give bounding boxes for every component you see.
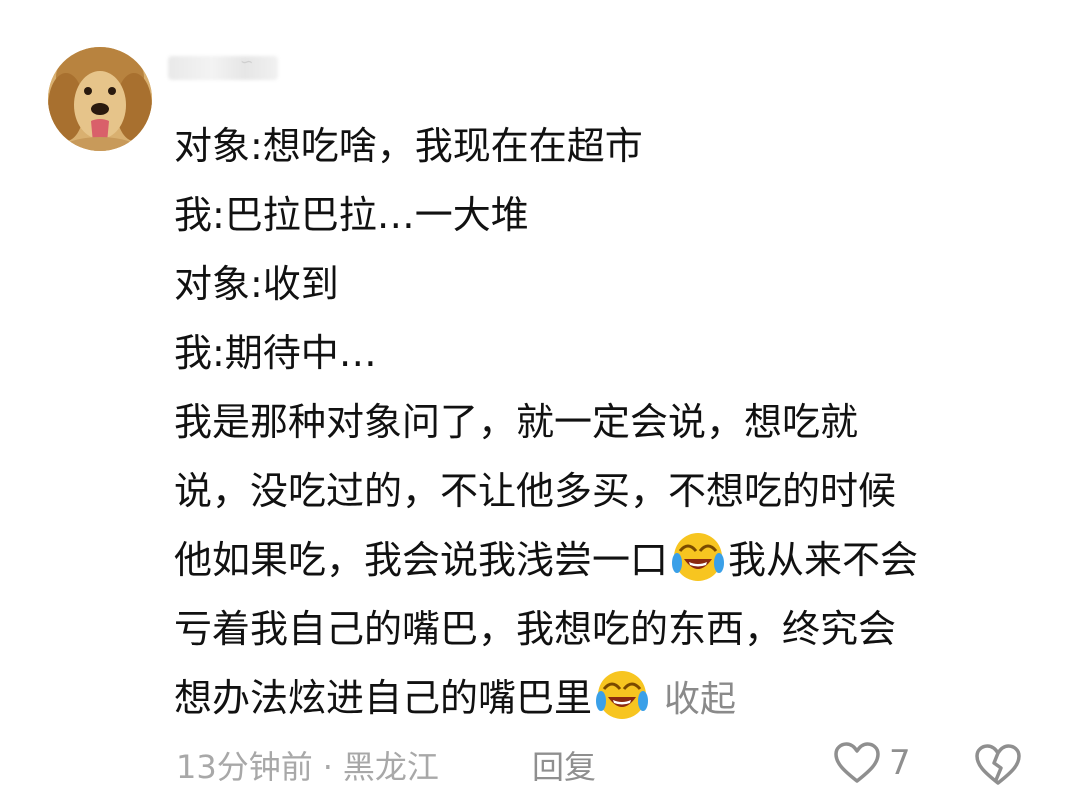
comment-line-part: 我从来不会 (728, 538, 919, 582)
comment-line: 我:期待中… (174, 331, 377, 375)
comment-text: 对象:想吃啥，我现在在超市 我:巴拉巴拉…一大堆 对象:收到 我:期待中… 我是… (174, 112, 1054, 733)
username-fragment: ∽ (240, 52, 254, 71)
collapse-button[interactable]: 收起 (664, 679, 736, 720)
comment-meta: 13分钟前 · 黑龙江 (176, 742, 439, 788)
comment-line-part: 想办法炫进自己的嘴巴里 (174, 676, 593, 720)
comment-line-part: 他如果吃，我会说我浅尝一口 (174, 538, 669, 582)
comment-line: 对象:想吃啥，我现在在超市 (174, 124, 643, 168)
dog-avatar-image (48, 47, 152, 151)
laughing-crying-emoji-icon (596, 671, 649, 719)
comment-line: 我是那种对象问了，就一定会说，想吃就 (174, 400, 859, 444)
like-count: 7 (889, 743, 911, 783)
dislike-button[interactable] (973, 744, 1023, 790)
comment-line: 想办法炫进自己的嘴巴里 收起 (174, 664, 1054, 733)
comment-line: 说，没吃过的，不让他多买，不想吃的时候 (174, 469, 897, 513)
username-blurred[interactable] (168, 56, 278, 80)
heart-icon (834, 742, 880, 783)
like-button[interactable]: 7 (833, 742, 911, 784)
timestamp: 13分钟前 (176, 748, 313, 786)
comment-line: 我:巴拉巴拉…一大堆 (174, 193, 529, 237)
laughing-crying-emoji-icon (672, 533, 725, 581)
comment-line: 对象:收到 (174, 262, 339, 306)
location: 黑龙江 (342, 748, 439, 786)
separator-dot: · (322, 748, 333, 786)
avatar[interactable] (48, 47, 152, 151)
broken-heart-icon (975, 744, 1021, 785)
comment-line: 亏着我自己的嘴巴，我想吃的东西，终究会 (174, 607, 897, 651)
comment-line: 他如果吃，我会说我浅尝一口 我从来不会 (174, 526, 1054, 595)
reply-button[interactable]: 回复 (532, 742, 596, 788)
